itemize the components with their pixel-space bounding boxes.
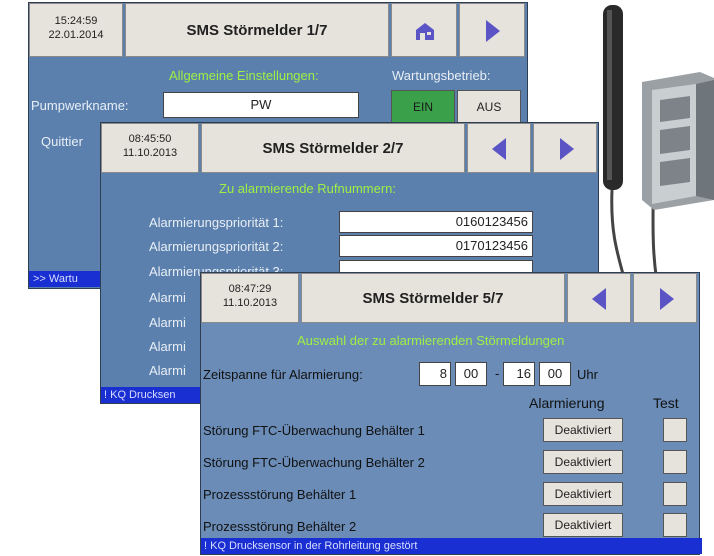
clock-date: 11.10.2013 <box>122 147 178 159</box>
page-title: SMS Störmelder 1/7 <box>125 3 389 57</box>
acknowledge-label: Quittier <box>41 134 83 149</box>
previous-page-button[interactable] <box>467 123 531 173</box>
clock-display: 08:47:29 11.10.2013 <box>201 273 299 323</box>
test-button[interactable] <box>663 418 687 442</box>
clock-date: 11.10.2013 <box>222 297 278 309</box>
section-heading-alarms: Auswahl der zu alarmierenden Störmeldung… <box>297 333 565 348</box>
status-text: >> Wartu <box>33 273 78 285</box>
fault-label: Prozessstörung Behälter 1 <box>203 487 357 502</box>
screen-5-panel: 08:47:29 11.10.2013 SMS Störmelder 5/7 A… <box>200 272 702 555</box>
status-bar: ! KQ Drucksen <box>101 387 204 403</box>
status-text: ! KQ Drucksen <box>104 389 176 401</box>
home-icon <box>416 23 434 40</box>
test-button[interactable] <box>663 482 687 506</box>
status-text: ! KQ Drucksensor in der Rohrleitung gest… <box>204 540 418 552</box>
to-hour-input[interactable]: 16 <box>503 362 535 386</box>
arrow-right-icon <box>660 288 674 310</box>
arrow-right-icon <box>486 20 500 42</box>
next-page-button[interactable] <box>533 123 597 173</box>
time-range-dash: - <box>495 366 500 381</box>
deactivated-toggle[interactable]: Deaktiviert <box>543 513 623 537</box>
section-heading-general: Allgemeine Einstellungen: <box>169 68 319 83</box>
clock-time: 15:24:59 <box>54 15 98 27</box>
maintenance-on-button[interactable]: EIN <box>391 90 455 124</box>
test-button[interactable] <box>663 513 687 537</box>
clock-display: 15:24:59 22.01.2014 <box>29 3 123 57</box>
phone-number-input[interactable]: 0160123456 <box>339 211 533 233</box>
deactivated-toggle[interactable]: Deaktiviert <box>543 450 623 474</box>
clock-time: 08:45:50 <box>128 133 172 145</box>
time-unit-label: Uhr <box>577 367 598 382</box>
test-button[interactable] <box>663 450 687 474</box>
deactivated-toggle[interactable]: Deaktiviert <box>543 418 623 442</box>
from-minute-input[interactable]: 00 <box>455 362 487 386</box>
column-header-alarm: Alarmierung <box>529 395 605 411</box>
priority-label: Alarmierungspriorität 1: <box>149 215 284 230</box>
phone-number-input[interactable]: 0170123456 <box>339 235 533 257</box>
priority-label: Alarmi <box>149 315 186 330</box>
pump-station-label: Pumpwerkname: <box>31 98 129 113</box>
clock-time: 08:47:29 <box>228 283 272 295</box>
to-minute-input[interactable]: 00 <box>539 362 571 386</box>
fault-label: Prozessstörung Behälter 2 <box>203 519 357 534</box>
fault-label: Störung FTC-Überwachung Behälter 1 <box>203 423 425 438</box>
fault-label: Störung FTC-Überwachung Behälter 2 <box>203 455 425 470</box>
deactivated-toggle[interactable]: Deaktiviert <box>543 482 623 506</box>
arrow-left-icon <box>492 138 506 160</box>
priority-label: Alarmi <box>149 339 186 354</box>
priority-label: Alarmi <box>149 290 186 305</box>
column-header-test: Test <box>653 395 679 411</box>
gsm-antenna-photo <box>603 5 714 300</box>
status-bar: ! KQ Drucksensor in der Rohrleitung gest… <box>201 538 702 554</box>
page-title: SMS Störmelder 2/7 <box>201 123 465 173</box>
previous-page-button[interactable] <box>567 273 631 323</box>
maintenance-label: Wartungsbetrieb: <box>392 68 491 83</box>
arrow-right-icon <box>560 138 574 160</box>
home-button[interactable] <box>391 3 457 57</box>
from-hour-input[interactable]: 8 <box>419 362 451 386</box>
next-page-button[interactable] <box>633 273 697 323</box>
pump-station-input[interactable]: PW <box>163 92 359 118</box>
alarm-period-label: Zeitspanne für Alarmierung: <box>203 367 363 382</box>
page-title: SMS Störmelder 5/7 <box>301 273 565 323</box>
clock-display: 08:45:50 11.10.2013 <box>101 123 199 173</box>
section-heading-numbers: Zu alarmierende Rufnummern: <box>219 181 397 196</box>
maintenance-off-button[interactable]: AUS <box>457 90 521 124</box>
priority-label: Alarmi <box>149 363 186 378</box>
next-page-button[interactable] <box>459 3 525 57</box>
arrow-left-icon <box>592 288 606 310</box>
clock-date: 22.01.2014 <box>48 29 104 41</box>
priority-label: Alarmierungspriorität 2: <box>149 239 284 254</box>
